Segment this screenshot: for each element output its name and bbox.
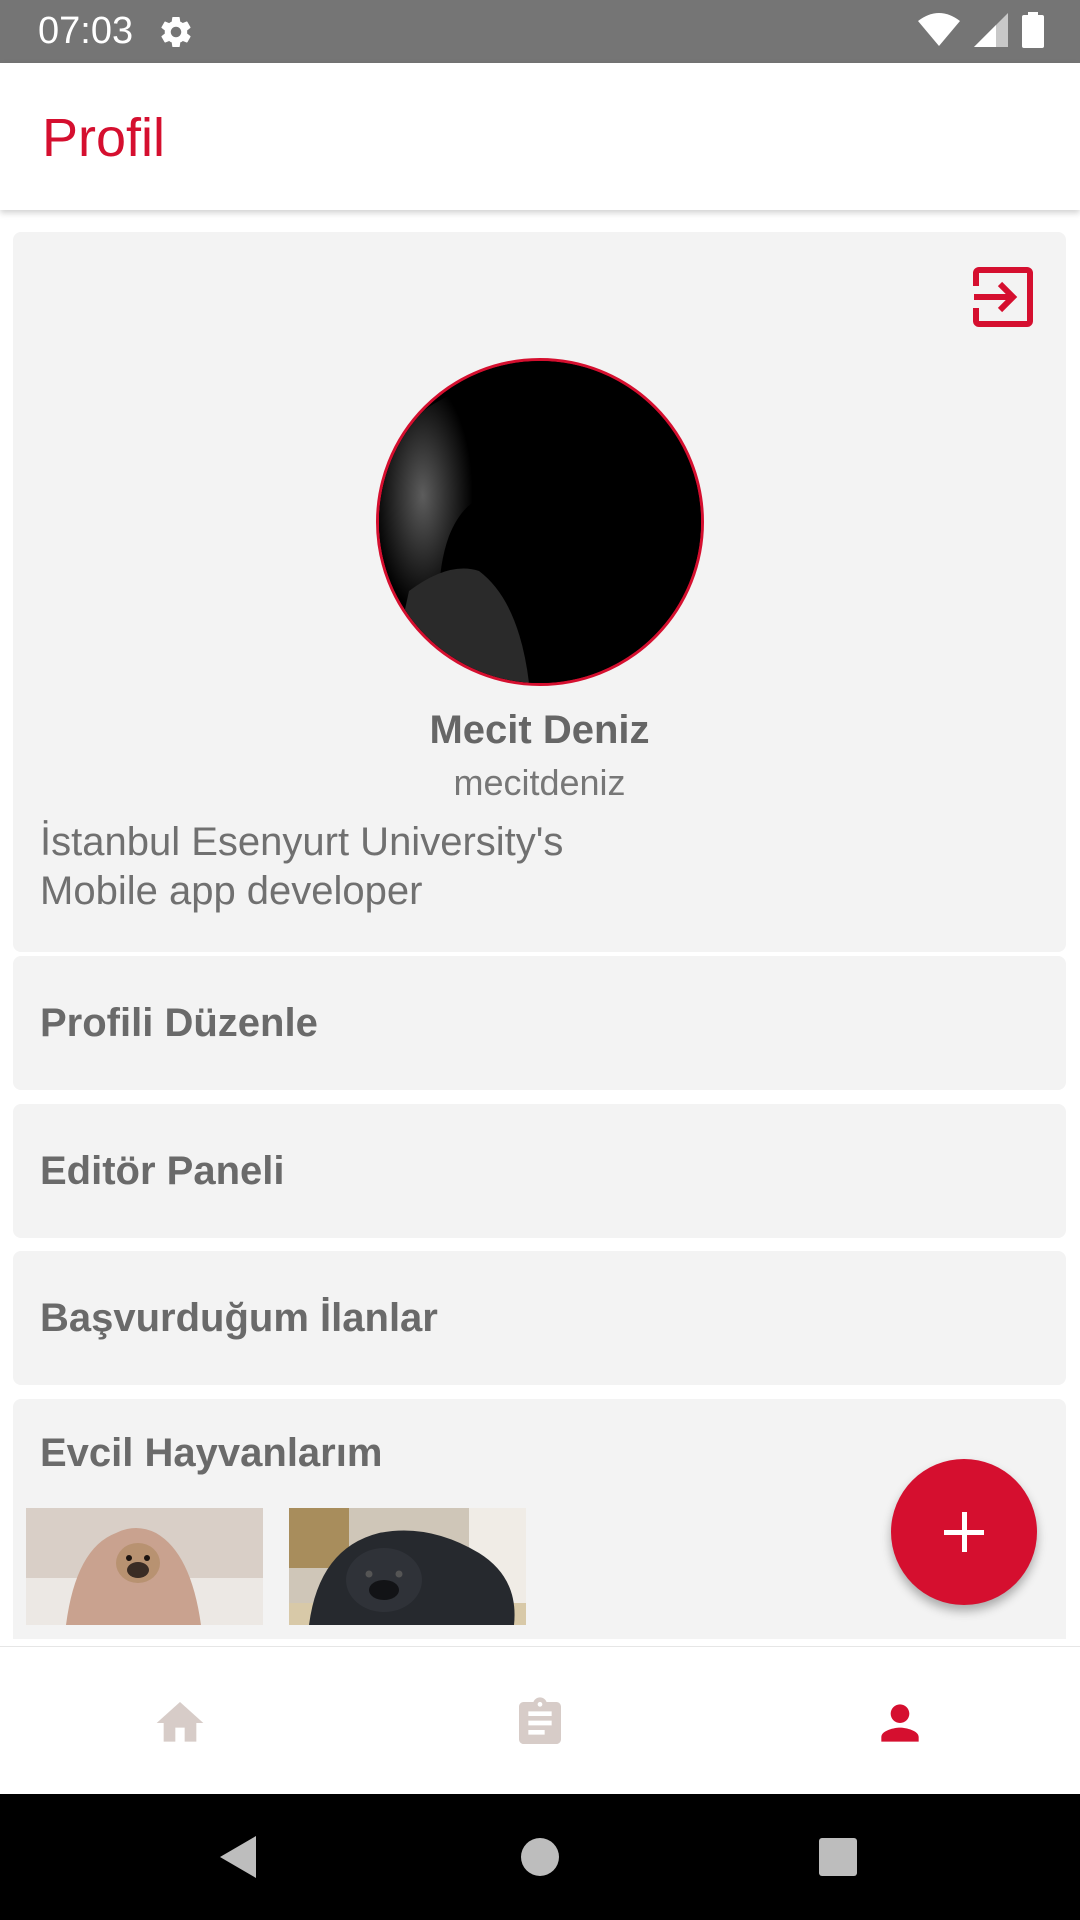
back-icon[interactable] (214, 1832, 264, 1882)
system-navigation-bar (0, 1794, 1080, 1920)
pet-thumbnail[interactable] (26, 1508, 263, 1625)
nav-listings[interactable] (360, 1647, 720, 1795)
applied-ads-label: Başvurduğum İlanlar (40, 1296, 438, 1340)
bio-line: Mobile app developer (40, 869, 423, 913)
avatar[interactable] (376, 358, 704, 686)
profile-username: mecitdeniz (453, 762, 626, 803)
recents-icon[interactable] (813, 1832, 863, 1882)
page-title: Profil (42, 108, 166, 168)
app-bar: Profil (0, 63, 1080, 210)
nav-profile[interactable] (720, 1647, 1080, 1795)
profile-content[interactable]: Mecit Deniz mecitdeniz İstanbul Esenyurt… (0, 210, 1080, 1646)
profile-name: Mecit Deniz (429, 708, 650, 752)
black-pug-photo (289, 1508, 526, 1625)
add-pet-button[interactable] (891, 1459, 1037, 1605)
pet-thumbnail[interactable] (289, 1508, 526, 1625)
home-icon (156, 1702, 204, 1742)
battery-icon (1022, 12, 1044, 48)
pug-blanket-photo (26, 1508, 263, 1625)
edit-profile-button[interactable]: Profili Düzenle (13, 956, 1066, 1090)
nav-home[interactable] (0, 1647, 360, 1795)
editor-panel-label: Editör Paneli (40, 1149, 285, 1193)
gear-icon (161, 17, 191, 48)
wifi-icon (918, 13, 960, 46)
status-bar: 07:03 (0, 0, 1080, 63)
profile-bio: İstanbul Esenyurt University's Mobile ap… (40, 818, 563, 916)
signal-icon (974, 13, 1008, 47)
status-icons (918, 12, 1044, 48)
bio-line: İstanbul Esenyurt University's (40, 820, 564, 864)
status-time: 07:03 (38, 10, 134, 52)
pets-title: Evcil Hayvanlarım (40, 1431, 383, 1475)
edit-profile-label: Profili Düzenle (40, 1001, 318, 1045)
editor-panel-button[interactable]: Editör Paneli (13, 1104, 1066, 1238)
home-circle-icon[interactable] (515, 1832, 565, 1882)
person-icon (881, 1704, 919, 1742)
bottom-navigation (0, 1646, 1080, 1794)
applied-ads-button[interactable]: Başvurduğum İlanlar (13, 1251, 1066, 1385)
profile-card: Mecit Deniz mecitdeniz İstanbul Esenyurt… (13, 232, 1066, 952)
clipboard-icon (519, 1697, 561, 1744)
logout-icon[interactable] (972, 266, 1034, 328)
avatar-photo (379, 361, 701, 683)
